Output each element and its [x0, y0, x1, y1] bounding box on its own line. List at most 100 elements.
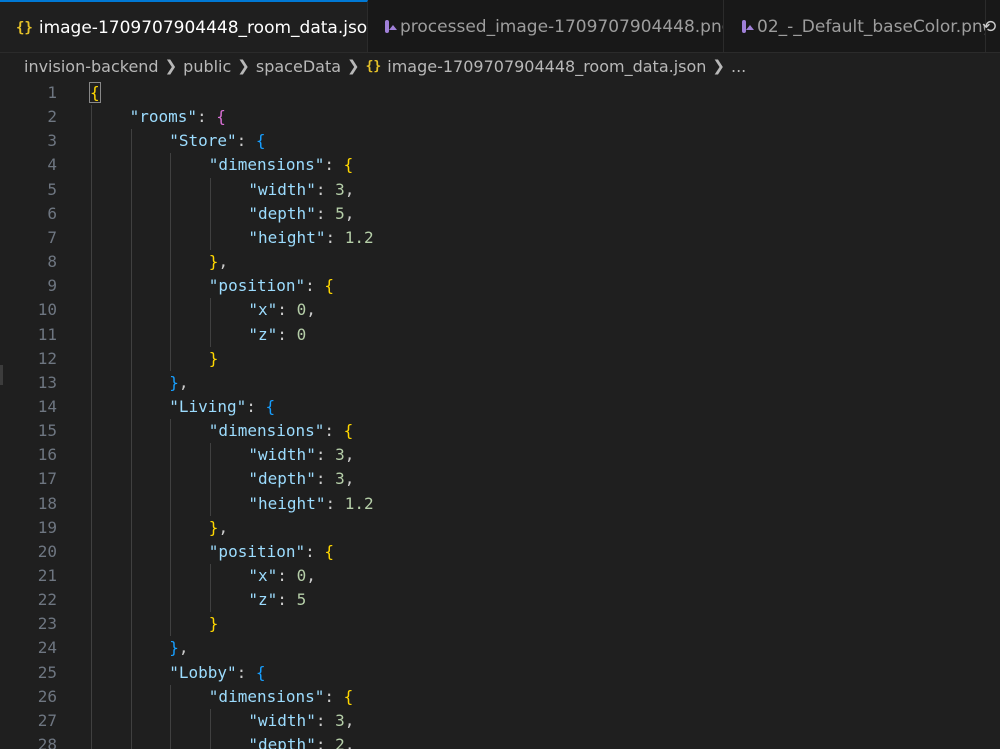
- code-line[interactable]: 27 "width": 3,: [0, 709, 1000, 733]
- breadcrumb-item-invision-backend[interactable]: invision-backend: [24, 57, 159, 76]
- breadcrumb: invision-backend ❯ public ❯ spaceData ❯ …: [0, 53, 1000, 79]
- code-text: "dimensions": {: [209, 153, 354, 177]
- code-token: ,: [344, 179, 355, 199]
- tab-room-data-json[interactable]: {} image-1709707904448_room_data.json ✕: [0, 0, 368, 52]
- code-line[interactable]: 7 "height": 1.2: [0, 226, 1000, 250]
- code-line[interactable]: 26 "dimensions": {: [0, 685, 1000, 709]
- breadcrumb-item-more[interactable]: ...: [731, 57, 746, 76]
- code-token: ,: [306, 566, 316, 585]
- line-number: 3: [47, 131, 57, 151]
- line-number: 24: [37, 638, 57, 658]
- line-number: 28: [37, 735, 57, 749]
- code-token: 3: [335, 469, 345, 489]
- code-text: },: [169, 371, 188, 395]
- code-line[interactable]: 3 "Store": {: [0, 129, 1000, 153]
- code-token: "dimensions": [208, 155, 325, 175]
- code-token: "position": [208, 541, 306, 561]
- tab-default-basecolor[interactable]: 02_-_Default_baseColor.png: [724, 0, 986, 52]
- code-text: "position": {: [209, 274, 334, 298]
- code-text: "z": 0: [248, 323, 306, 347]
- code-line[interactable]: 6 "depth": 5,: [0, 202, 1000, 226]
- code-token: ,: [306, 300, 316, 320]
- line-number: 23: [37, 614, 57, 634]
- code-line[interactable]: 10 "x": 0,: [0, 298, 1000, 322]
- code-token: }: [208, 517, 219, 537]
- code-token: "depth": [248, 735, 316, 749]
- code-token: "position": [208, 276, 306, 296]
- code-text: },: [169, 636, 188, 660]
- code-text: }: [209, 612, 219, 636]
- code-token: 0: [296, 324, 307, 344]
- code-token: :: [324, 686, 344, 706]
- code-line[interactable]: 12}: [0, 347, 1000, 371]
- breadcrumb-item-public[interactable]: public: [183, 57, 231, 76]
- code-token: :: [315, 735, 336, 749]
- code-token: ,: [344, 445, 355, 465]
- code-token: "z": [248, 590, 278, 610]
- code-token: }: [208, 614, 219, 634]
- code-line[interactable]: 11 "z": 0: [0, 323, 1000, 347]
- code-text: {: [89, 81, 101, 105]
- code-text: "dimensions": {: [209, 685, 354, 709]
- code-editor[interactable]: 1{2 "rooms": {3 "Store": {4 "dimensions": {…: [0, 79, 1000, 749]
- code-token: :: [315, 469, 336, 489]
- code-line[interactable]: 19},: [0, 516, 1000, 540]
- code-token: }: [208, 252, 219, 272]
- code-line[interactable]: 2 "rooms": {: [0, 105, 1000, 129]
- line-number: 18: [37, 493, 57, 513]
- line-number: 14: [37, 396, 57, 416]
- code-line[interactable]: 5 "width": 3,: [0, 178, 1000, 202]
- code-line[interactable]: 13},: [0, 371, 1000, 395]
- code-line[interactable]: 4 "dimensions": {: [0, 153, 1000, 177]
- line-number: 4: [47, 155, 57, 175]
- code-token: :: [277, 300, 297, 320]
- code-text: "z": 5: [248, 588, 306, 612]
- code-line[interactable]: 18 "height": 1.2: [0, 492, 1000, 516]
- editor-window: {} image-1709707904448_room_data.json ✕ …: [0, 0, 1000, 749]
- json-icon: {}: [365, 58, 382, 74]
- code-line[interactable]: 14 "Living": {: [0, 395, 1000, 419]
- code-token: "height": [248, 227, 326, 247]
- code-token: "x": [248, 566, 278, 585]
- code-token: "x": [248, 300, 278, 320]
- line-number: 11: [37, 324, 57, 344]
- code-line[interactable]: 21 "x": 0,: [0, 564, 1000, 588]
- code-line[interactable]: 23}: [0, 612, 1000, 636]
- code-text: "depth": 3,: [248, 467, 354, 491]
- code-token: ,: [218, 517, 229, 537]
- code-text: "rooms": {: [130, 105, 226, 129]
- code-line[interactable]: 20 "position": {: [0, 540, 1000, 564]
- code-line[interactable]: 16 "width": 3,: [0, 443, 1000, 467]
- code-token: ,: [344, 710, 355, 730]
- breadcrumb-item-spacedata[interactable]: spaceData: [256, 57, 341, 76]
- code-token: 0: [296, 566, 307, 585]
- code-token: :: [315, 179, 336, 199]
- code-text: "height": 1.2: [248, 226, 373, 250]
- code-line[interactable]: 25 "Lobby": {: [0, 661, 1000, 685]
- code-line[interactable]: 15 "dimensions": {: [0, 419, 1000, 443]
- code-line[interactable]: 17 "depth": 3,: [0, 467, 1000, 491]
- code-line[interactable]: 24},: [0, 636, 1000, 660]
- code-token: :: [236, 662, 256, 682]
- code-token: "z": [248, 324, 278, 344]
- code-token: :: [277, 324, 297, 344]
- line-number: 17: [37, 469, 57, 489]
- code-token: "width": [248, 710, 316, 730]
- code-line[interactable]: 28 "depth": 2,: [0, 733, 1000, 749]
- image-icon: [742, 20, 754, 33]
- image-icon: [385, 20, 397, 33]
- breadcrumb-item-file[interactable]: image-1709707904448_room_data.json: [387, 57, 706, 76]
- code-line[interactable]: 1{: [0, 81, 1000, 105]
- code-line[interactable]: 22 "z": 5: [0, 588, 1000, 612]
- code-line[interactable]: 8},: [0, 250, 1000, 274]
- line-number: 1: [47, 83, 57, 102]
- tab-processed-image[interactable]: processed_image-1709707904448.png: [368, 0, 724, 52]
- line-number: 6: [47, 203, 57, 223]
- tab-overflow-icon[interactable]: ⟲: [982, 0, 996, 52]
- code-text: "Store": {: [169, 129, 265, 153]
- code-text: "x": 0,: [248, 298, 315, 322]
- line-number: 19: [37, 517, 57, 537]
- code-token: }: [169, 372, 179, 392]
- code-line[interactable]: 9 "position": {: [0, 274, 1000, 298]
- code-text: "height": 1.2: [248, 492, 373, 516]
